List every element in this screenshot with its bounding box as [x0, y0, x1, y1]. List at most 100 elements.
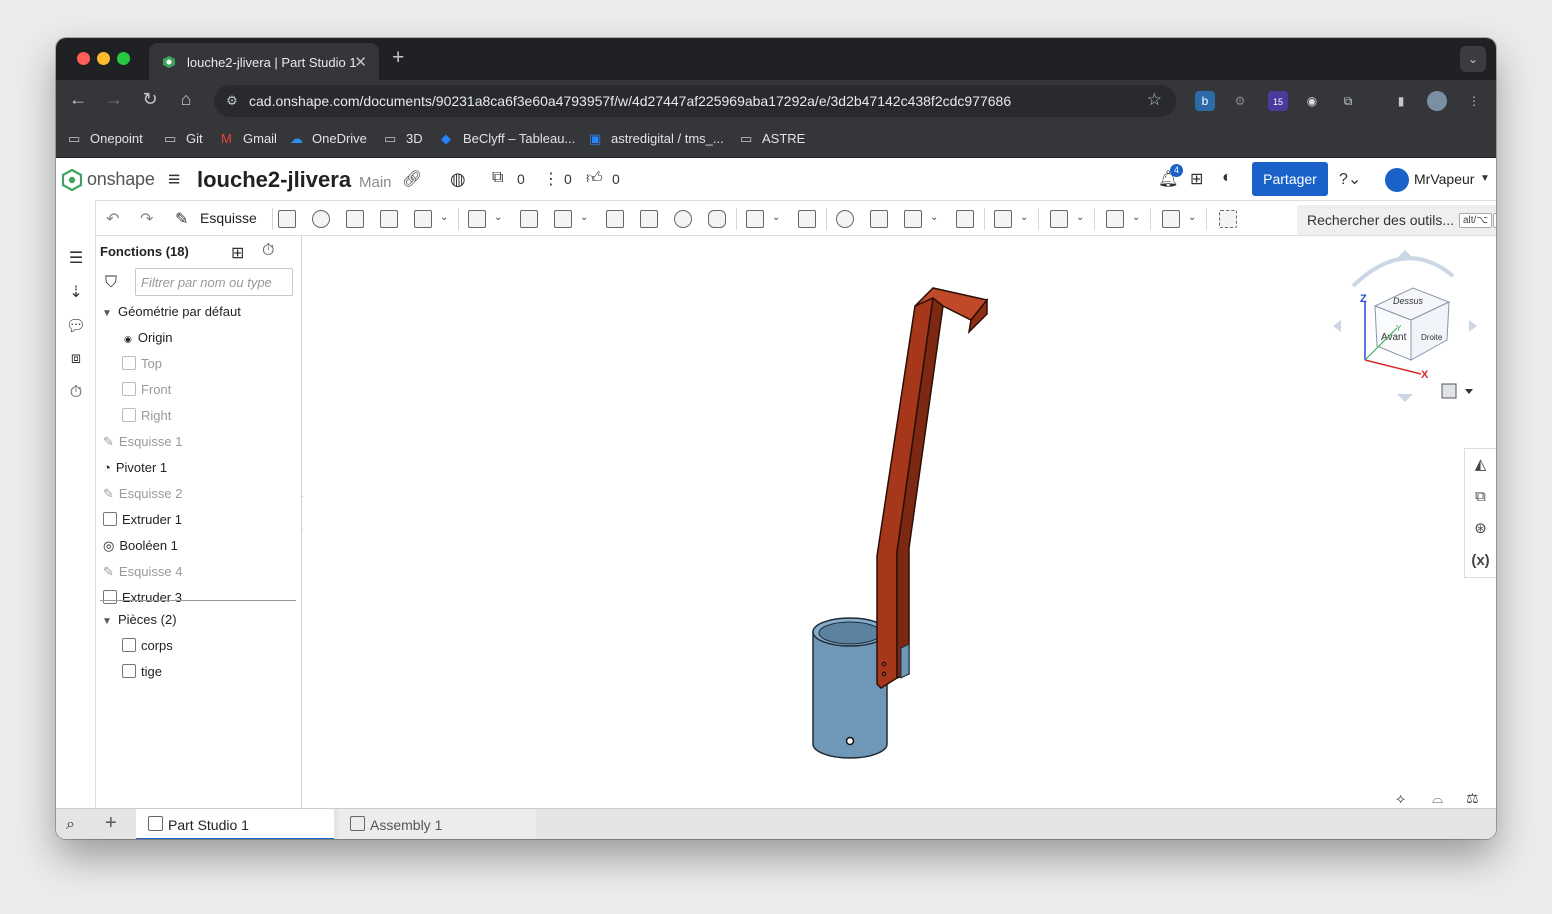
part-item-tige[interactable]: tige [122, 664, 162, 679]
help-icon[interactable]: ?⌄ [1339, 169, 1361, 189]
user-avatar[interactable] [1385, 168, 1409, 192]
url-text[interactable]: cad.onshape.com/documents/90231a8ca6f3e6… [249, 93, 1011, 109]
versions-icon[interactable]: ⧉ [492, 169, 503, 187]
view-options-icon[interactable] [1441, 383, 1457, 399]
feature-item[interactable]: ✎ Esquisse 4 [103, 564, 183, 580]
part-item-corps[interactable]: corps [122, 638, 173, 653]
sidepanel-icon[interactable]: ▮ [1391, 91, 1411, 111]
minimize-window-button[interactable] [97, 52, 110, 65]
reload-icon[interactable]: ↻ [138, 89, 162, 110]
tool-search-box[interactable]: Rechercher des outils... alt/⌥ c [1297, 205, 1496, 235]
sheet-metal-icon[interactable] [1106, 210, 1124, 228]
plane-icon[interactable] [1050, 210, 1068, 228]
graphics-viewport[interactable]: Dessus Avant Droite Z X Y [303, 236, 1496, 808]
bookmark-star-icon[interactable]: ☆ [1147, 90, 1162, 110]
feature-item[interactable]: ✎ Esquisse 1 [103, 434, 183, 450]
boolean-icon[interactable] [836, 210, 854, 228]
chevron-down-icon[interactable]: ▼ [102, 308, 112, 319]
bookmark-beclyff[interactable]: ◆ BeClyff – Tableau... [441, 131, 575, 147]
feature-item[interactable]: ◎ Booléen 1 [103, 538, 178, 554]
like-icon[interactable]: 👍︎ [586, 169, 603, 188]
extension-icon-1[interactable]: b [1195, 91, 1215, 111]
tab-manager-icon[interactable]: ⌕ [66, 816, 75, 834]
link-icon[interactable]: 🔗︎ [402, 169, 422, 189]
browser-tab-active[interactable]: louche2-jlivera | Part Studio 1 ✕ [149, 43, 379, 80]
extension-icon-2[interactable]: ⚙ [1230, 91, 1250, 111]
document-menu-icon[interactable]: ≡ [168, 168, 180, 192]
split-icon[interactable] [870, 210, 888, 228]
pattern-icon[interactable] [746, 210, 764, 228]
site-info-icon[interactable]: ⚙ [222, 91, 242, 111]
configurations-icon[interactable]: ⧉ [1465, 481, 1496, 513]
section-view-icon[interactable]: ⌓ [1432, 790, 1443, 807]
chevron-down-icon[interactable]: ⌄ [494, 212, 502, 223]
back-icon[interactable]: ← [66, 89, 90, 110]
globe-icon[interactable]: ◍ [450, 169, 466, 190]
forward-icon[interactable]: → [102, 89, 126, 110]
extrude-icon[interactable] [278, 210, 296, 228]
chevron-down-icon[interactable]: ⌄ [1132, 212, 1140, 223]
part-tige[interactable] [876, 287, 989, 689]
add-tab-icon[interactable]: + [105, 812, 117, 835]
bookmark-gmail[interactable]: M Gmail [221, 131, 277, 146]
chevron-down-icon[interactable]: ⌄ [930, 212, 938, 223]
loft-icon[interactable] [380, 210, 398, 228]
transform-icon[interactable] [904, 210, 922, 228]
tab-assembly-1[interactable]: Assembly 1 [338, 809, 536, 839]
branch-name[interactable]: Main [359, 174, 392, 191]
comments-icon[interactable]: 💬︎ [65, 316, 87, 338]
tab-part-studio-1[interactable]: Part Studio 1 [136, 809, 334, 839]
view-cube-right[interactable]: Droite [1421, 333, 1443, 342]
branch-icon[interactable]: ⋮ [543, 169, 559, 189]
history-icon[interactable]: ⏱︎ [65, 384, 87, 406]
mirror-icon[interactable] [798, 210, 816, 228]
fillet-icon[interactable] [468, 210, 486, 228]
thicken-icon[interactable] [414, 210, 432, 228]
model-canvas[interactable]: Dessus Avant Droite Z X Y [303, 236, 1496, 808]
bookmark-onedrive[interactable]: ☁ OneDrive [290, 131, 367, 147]
filter-icon[interactable]: ⛉ [105, 274, 117, 292]
view-cube[interactable]: Dessus Avant Droite Z X Y [1333, 250, 1477, 402]
add-folder-icon[interactable]: ⊞ [231, 243, 244, 263]
view-cube-top[interactable]: Dessus [1393, 296, 1424, 306]
revolve-icon[interactable] [312, 210, 330, 228]
draft-icon[interactable] [554, 210, 572, 228]
bookmark-astre[interactable]: ▭ ASTRE [740, 131, 805, 147]
feature-item[interactable]: ✎ Esquisse 2 [103, 486, 183, 502]
origin-item[interactable]: ◉ Origin [124, 330, 173, 345]
measure-icon[interactable]: ⟡ [1396, 790, 1405, 807]
tab-close-icon[interactable]: ✕ [354, 53, 367, 71]
feature-item[interactable]: Extruder 1 [103, 512, 182, 527]
hole-icon[interactable] [674, 210, 692, 228]
sketch-pencil-icon[interactable]: ✎ [175, 209, 188, 229]
bookmark-git[interactable]: ▭ Git [164, 131, 203, 147]
feature-list-icon[interactable]: ☰ [65, 248, 87, 270]
close-window-button[interactable] [77, 52, 90, 65]
mate-connector-icon[interactable]: ⊛ [1465, 513, 1496, 545]
feature-item[interactable]: Extruder 3 [103, 590, 182, 605]
sketch-button[interactable]: Esquisse [200, 210, 257, 226]
zoom-window-button[interactable] [117, 52, 130, 65]
parts-icon[interactable]: ⧈ [65, 350, 87, 372]
add-custom-feature-icon[interactable] [1219, 210, 1237, 228]
extensions-puzzle-icon[interactable]: ⧉ [1338, 91, 1358, 111]
plane-top-item[interactable]: Top [122, 356, 162, 371]
tab-search-button[interactable]: ⌄ [1460, 46, 1486, 72]
extension-icon-3[interactable]: 15 [1268, 91, 1288, 111]
rollback-bar[interactable] [100, 600, 296, 601]
bookmark-3d[interactable]: ▭ 3D [384, 131, 423, 147]
learning-center-icon[interactable]: ◐ [1222, 169, 1232, 187]
chevron-down-icon[interactable]: ⌄ [1076, 212, 1084, 223]
chevron-down-icon[interactable]: ⌄ [580, 212, 588, 223]
part-corps[interactable] [812, 617, 888, 759]
insert-icon[interactable]: ⇣ [65, 282, 87, 304]
chevron-down-icon[interactable] [1465, 389, 1473, 394]
redo-icon[interactable]: ↷ [140, 209, 153, 229]
view-cube-front[interactable]: Avant [1381, 332, 1407, 343]
onshape-brand[interactable]: onshape [87, 169, 155, 190]
chevron-down-icon[interactable]: ⌄ [1188, 212, 1196, 223]
frame-icon[interactable] [1162, 210, 1180, 228]
user-menu[interactable]: MrVapeur [1414, 171, 1474, 187]
extension-icon-4[interactable]: ◉ [1302, 91, 1322, 111]
undo-icon[interactable]: ↶ [106, 209, 119, 229]
